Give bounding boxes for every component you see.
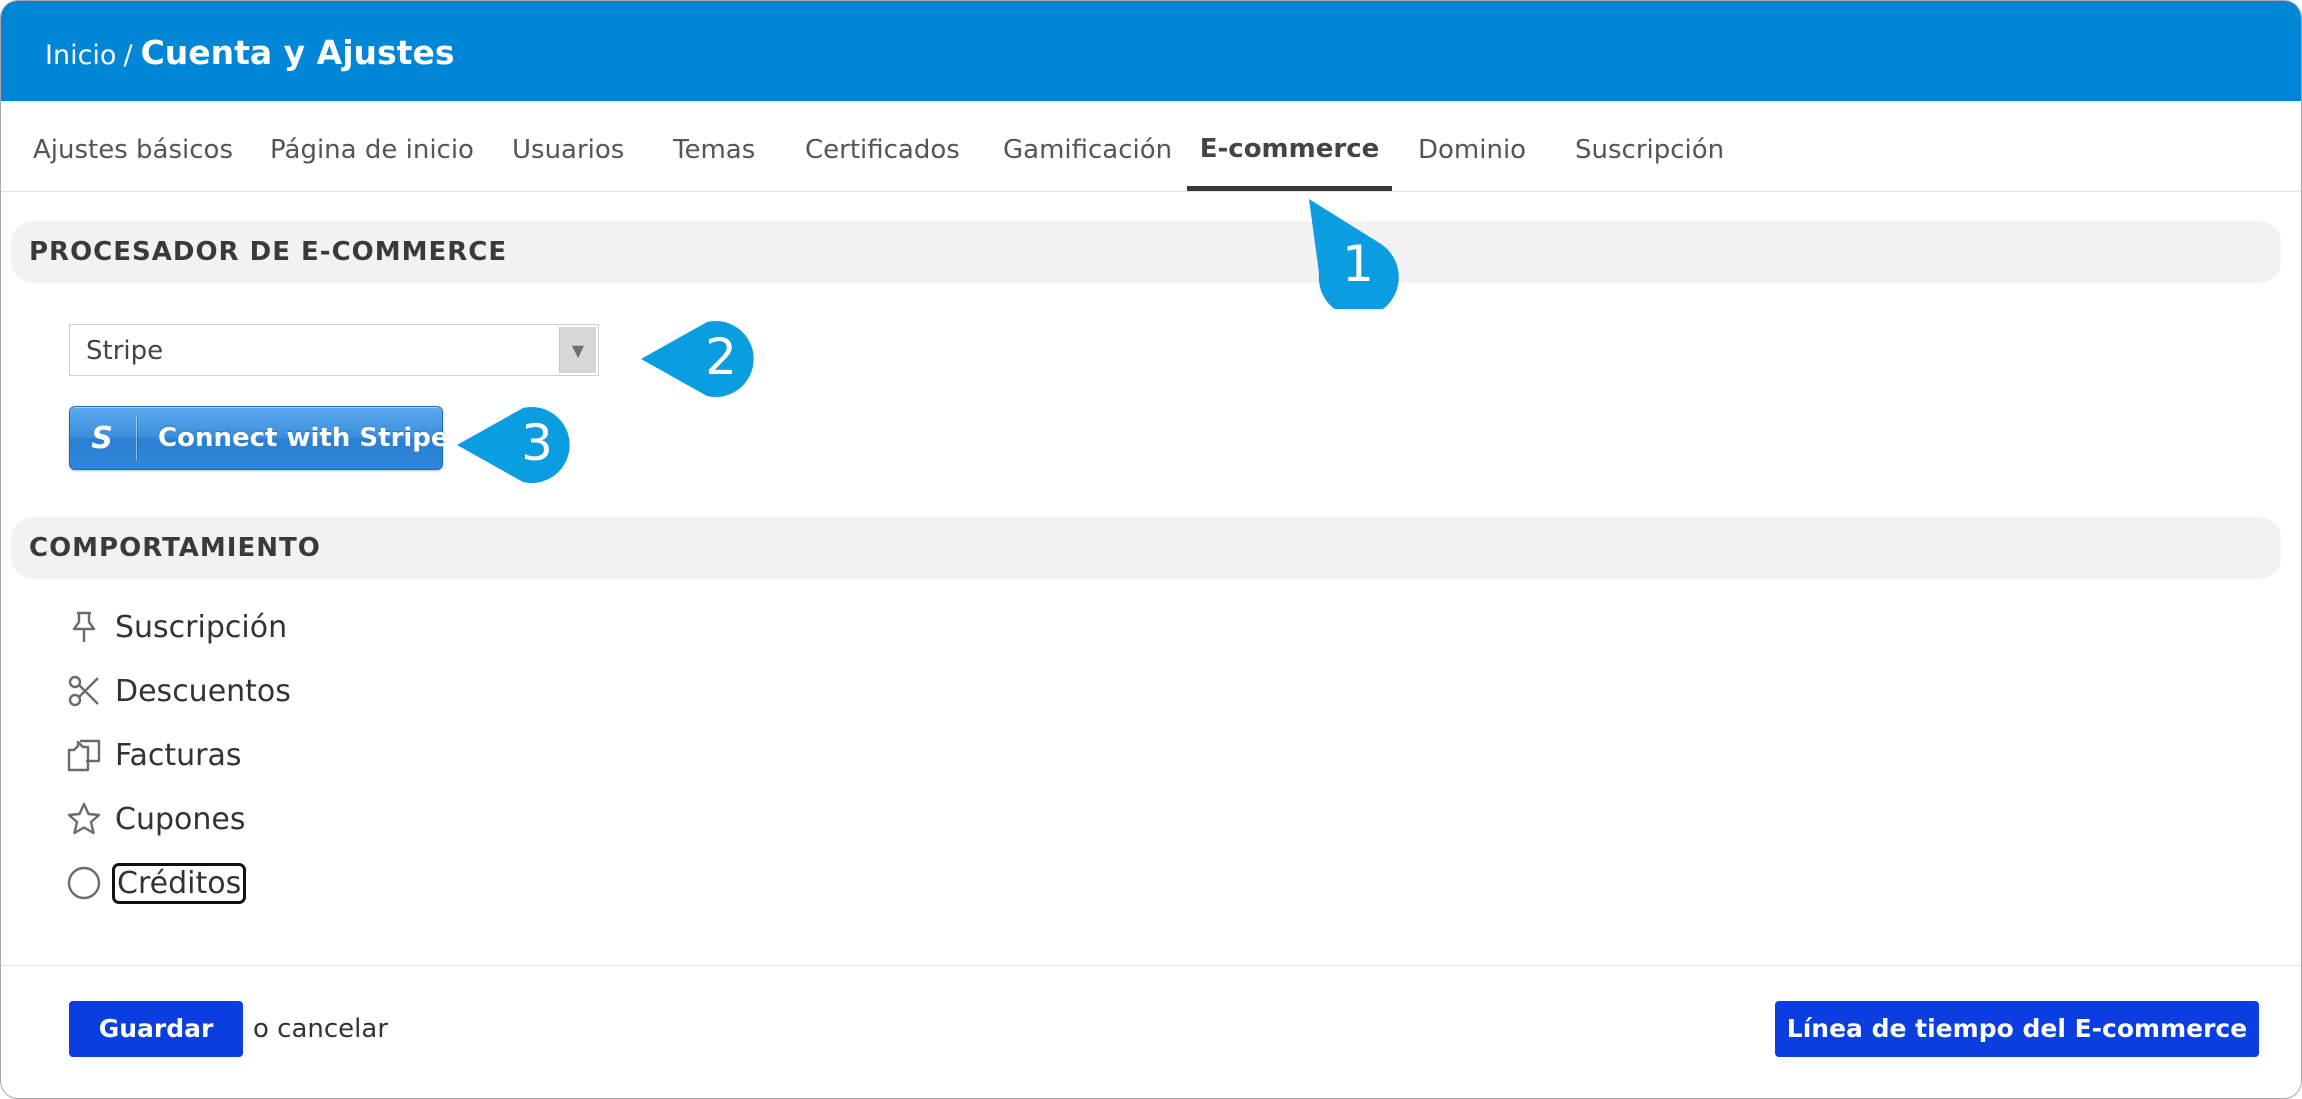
- tab-temas[interactable]: Temas: [673, 101, 755, 191]
- footer-divider: [1, 965, 2301, 966]
- stripe-button-divider: [136, 415, 137, 461]
- callout-marker-3: 3: [457, 405, 577, 485]
- top-bar: Inicio / Cuenta y Ajustes: [1, 1, 2301, 101]
- stripe-logo-icon: S: [91, 420, 113, 456]
- tab-pagina-de-inicio[interactable]: Página de inicio: [270, 101, 474, 191]
- breadcrumb: Inicio / Cuenta y Ajustes: [45, 33, 454, 73]
- pin-icon: [65, 608, 103, 646]
- behavior-item-creditos[interactable]: Créditos: [65, 861, 247, 905]
- cancel-link[interactable]: o cancelar: [253, 1001, 388, 1057]
- callout-marker-1: 1: [1309, 199, 1399, 309]
- tab-usuarios[interactable]: Usuarios: [512, 101, 624, 191]
- behavior-item-facturas[interactable]: Facturas: [65, 733, 242, 777]
- callout-number: 3: [521, 414, 553, 472]
- star-icon: [65, 800, 103, 838]
- callout-number: 2: [705, 328, 737, 386]
- tab-e-commerce[interactable]: E-commerce: [1187, 101, 1392, 191]
- processor-section-title: PROCESADOR DE E-COMMERCE: [29, 237, 508, 267]
- scissors-icon: [65, 672, 103, 710]
- invoices-icon: [65, 736, 103, 774]
- behavior-item-descuentos[interactable]: Descuentos: [65, 669, 291, 713]
- page-title: Cuenta y Ajustes: [140, 33, 455, 72]
- processor-select[interactable]: Stripe ▼: [69, 324, 599, 376]
- chevron-down-icon[interactable]: ▼: [559, 327, 596, 373]
- tab-suscripcion[interactable]: Suscripción: [1575, 101, 1724, 191]
- behavior-item-label: Facturas: [115, 737, 242, 773]
- behavior-item-cupones[interactable]: Cupones: [65, 797, 245, 841]
- app-window: Inicio / Cuenta y Ajustes Ajustes básico…: [0, 0, 2302, 1099]
- ecommerce-timeline-button[interactable]: Línea de tiempo del E-commerce: [1775, 1001, 2259, 1057]
- behavior-item-label: Créditos: [111, 862, 247, 904]
- behavior-item-label: Descuentos: [115, 673, 291, 709]
- behavior-section-header: COMPORTAMIENTO: [11, 517, 2281, 579]
- connect-with-stripe-label: Connect with Stripe: [158, 423, 449, 453]
- settings-tabs: Ajustes básicos Página de inicio Usuario…: [1, 101, 2301, 192]
- callout-number: 1: [1342, 235, 1374, 293]
- tab-ajustes-basicos[interactable]: Ajustes básicos: [33, 101, 233, 191]
- behavior-item-label: Suscripción: [115, 609, 288, 645]
- save-button[interactable]: Guardar: [69, 1001, 243, 1057]
- behavior-item-label: Cupones: [115, 801, 246, 837]
- processor-select-value: Stripe: [86, 336, 164, 366]
- tab-dominio[interactable]: Dominio: [1418, 101, 1526, 191]
- behavior-section-title: COMPORTAMIENTO: [29, 533, 321, 563]
- processor-section-header: PROCESADOR DE E-COMMERCE: [11, 221, 2281, 283]
- tab-certificados[interactable]: Certificados: [805, 101, 960, 191]
- breadcrumb-home-link[interactable]: Inicio: [45, 40, 116, 71]
- tab-gamificacion[interactable]: Gamificación: [1003, 101, 1172, 191]
- circle-icon: [65, 864, 103, 902]
- breadcrumb-separator: /: [123, 40, 133, 71]
- behavior-item-suscripcion[interactable]: Suscripción: [65, 605, 287, 649]
- connect-with-stripe-button[interactable]: S Connect with Stripe: [69, 406, 449, 470]
- callout-marker-2: 2: [641, 319, 761, 399]
